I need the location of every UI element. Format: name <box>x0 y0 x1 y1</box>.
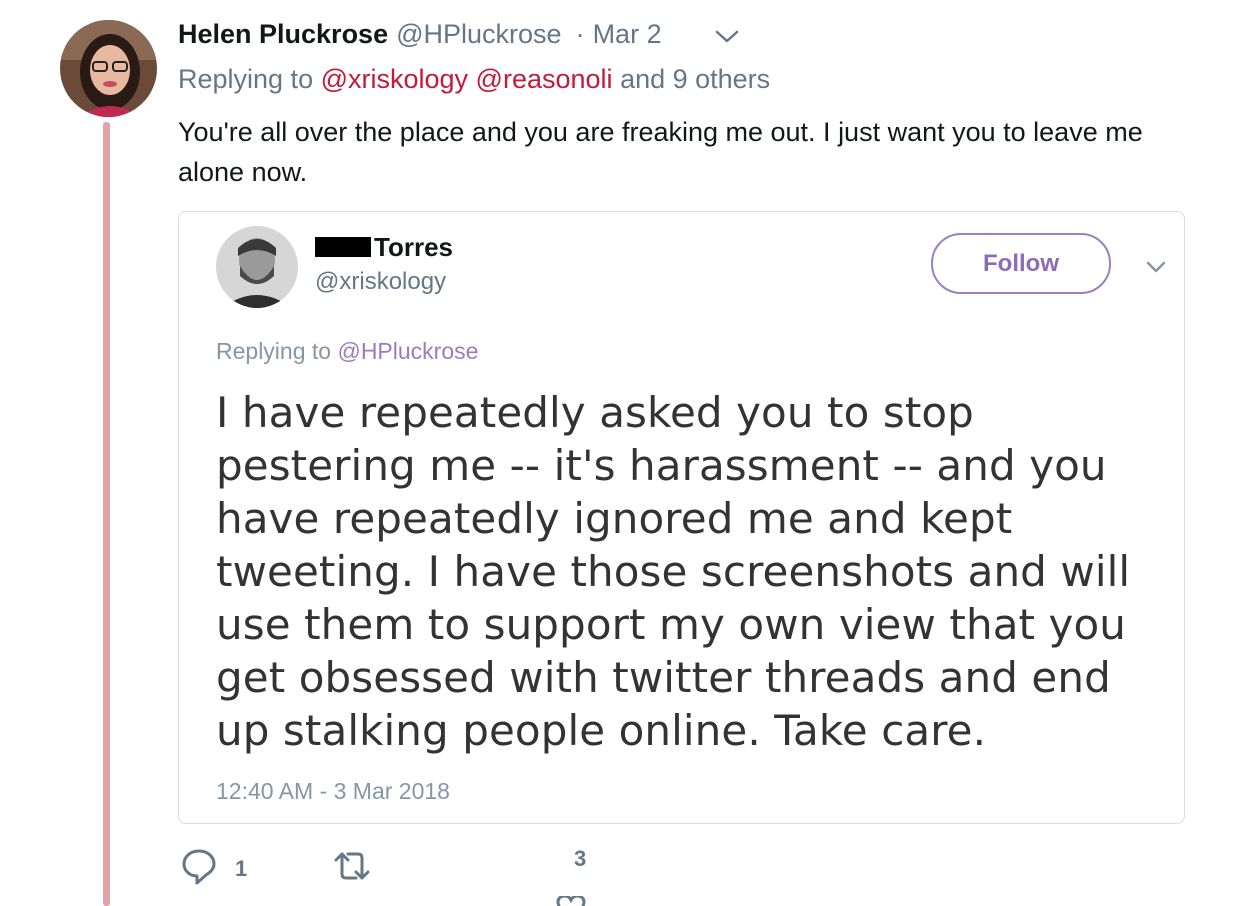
tweet-header: Helen Pluckrose @HPluckrose · Mar 2 <box>178 14 662 54</box>
chevron-down-icon[interactable] <box>1141 256 1171 278</box>
replying-others[interactable]: and 9 others <box>620 64 770 94</box>
like-count: 3 <box>574 846 587 871</box>
author-avatar[interactable] <box>60 20 157 117</box>
tweet-text: You're all over the place and you are fr… <box>178 117 1143 187</box>
reply-button[interactable]: 1 <box>181 846 247 891</box>
separator: · <box>575 18 585 49</box>
author-name[interactable]: Helen Pluckrose <box>178 19 388 50</box>
author-handle[interactable]: @HPluckrose <box>396 19 561 50</box>
like-icon[interactable] <box>556 896 586 906</box>
reply-icon <box>181 846 217 891</box>
quoted-name-row: Torres <box>315 230 453 264</box>
retweet-button[interactable] <box>330 846 374 891</box>
quoted-replying-prefix: Replying to <box>216 338 332 364</box>
retweet-icon <box>330 846 374 891</box>
quoted-timestamp[interactable]: 12:40 AM - 3 Mar 2018 <box>216 778 450 805</box>
quoted-tweet-text: I have repeatedly asked you to stop pest… <box>216 388 1131 755</box>
thread-connector-line <box>103 122 110 906</box>
quoted-author-avatar[interactable] <box>216 226 298 308</box>
reply-count: 1 <box>235 855 248 881</box>
replying-mentions[interactable]: @xriskology @reasonoli <box>321 64 613 94</box>
redaction-bar <box>315 237 371 257</box>
tweet-date[interactable]: Mar 2 <box>593 19 662 50</box>
replying-to: Replying to @xriskology @reasonoli and 9… <box>178 64 770 95</box>
follow-button[interactable]: Follow <box>931 233 1111 294</box>
quoted-replying-to: Replying to @HPluckrose <box>216 338 478 365</box>
chevron-down-icon[interactable] <box>712 24 742 48</box>
replying-prefix: Replying to <box>178 64 314 94</box>
quoted-replying-mention[interactable]: @HPluckrose <box>337 338 478 364</box>
quoted-author-handle[interactable]: @xriskology <box>315 268 446 296</box>
quoted-author-name[interactable]: Torres <box>374 232 453 263</box>
like-button[interactable]: 3 <box>556 846 586 872</box>
